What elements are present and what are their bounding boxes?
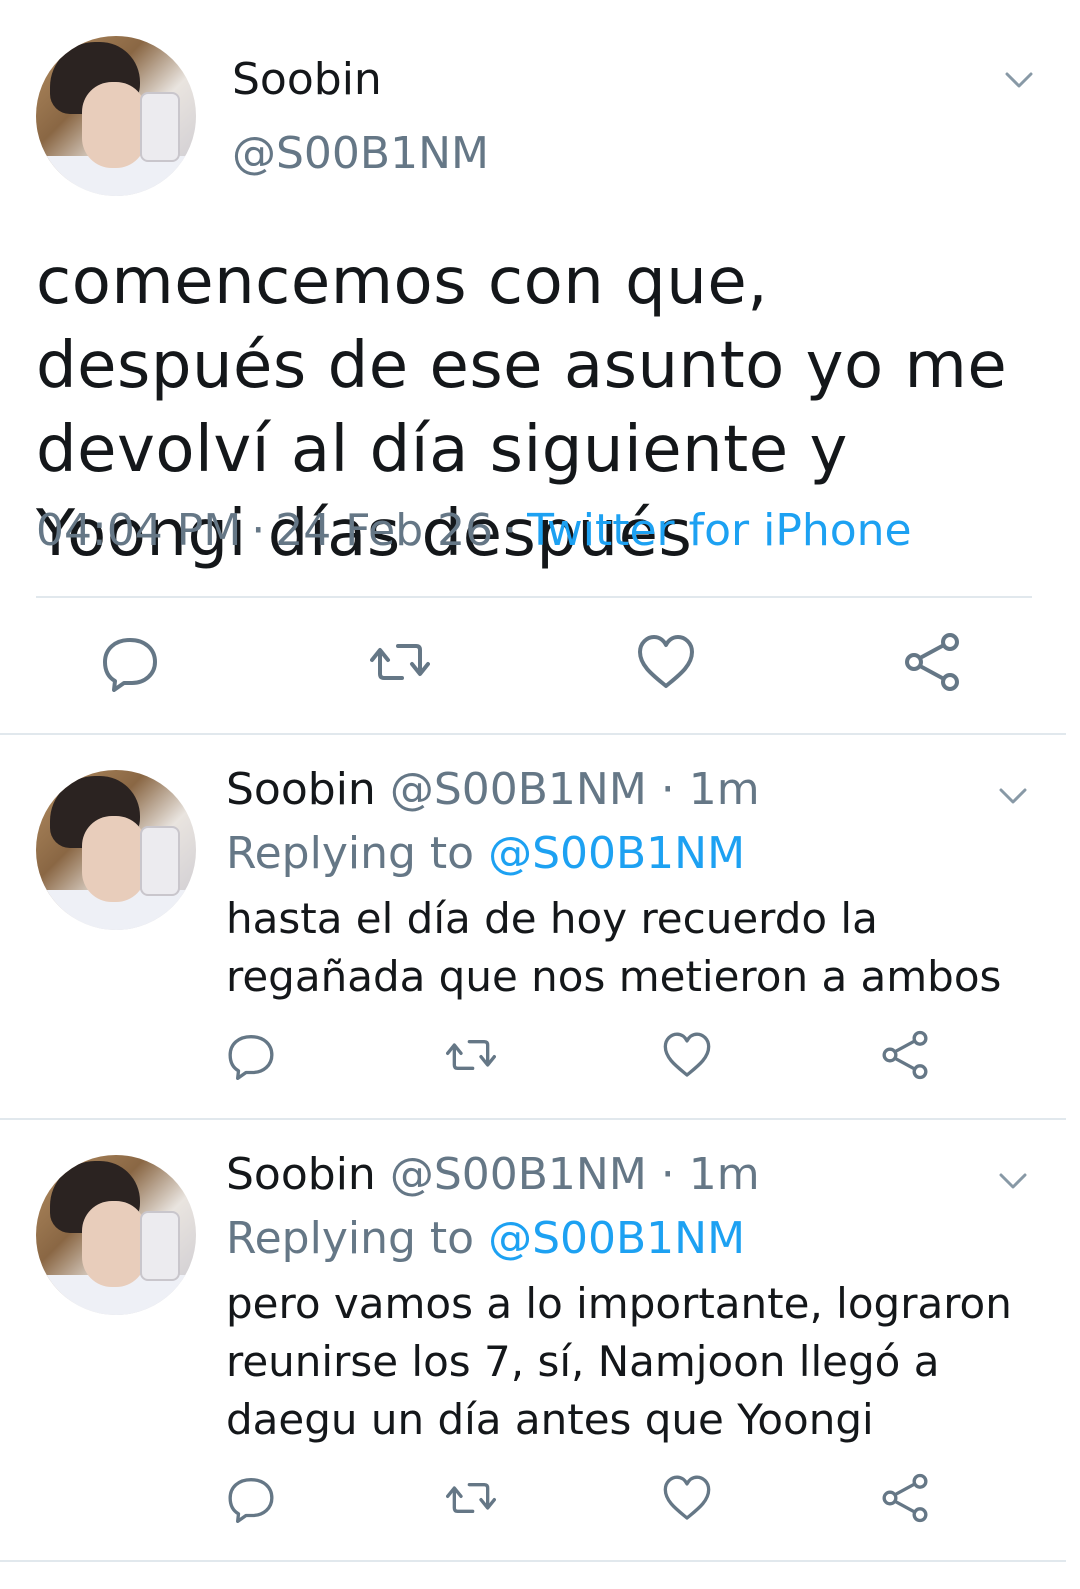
like-button[interactable] (662, 1030, 712, 1080)
tweet-date: 24 Feb 26 (275, 505, 494, 556)
avatar[interactable] (36, 770, 196, 930)
chevron-down-icon[interactable] (998, 786, 1028, 806)
retweet-icon (446, 1040, 496, 1070)
tweet-meta: 04:04 PM · 24 Feb 26 · Twitter for iPhone (36, 505, 912, 556)
separator: · (660, 1149, 675, 1200)
replying-label: Replying to (226, 1213, 475, 1264)
retweet-button[interactable] (446, 1030, 496, 1080)
retweet-button[interactable] (370, 632, 430, 692)
replying-label: Replying to (226, 828, 475, 879)
separator: · (503, 505, 518, 556)
share-button[interactable] (902, 632, 962, 692)
tweet-source-link[interactable]: Twitter for iPhone (527, 505, 911, 556)
retweet-icon (446, 1483, 496, 1513)
reply-tweet: Soobin @S00B1NM · 1m Replying to @S00B1N… (0, 736, 1080, 1118)
share-icon (882, 1030, 928, 1080)
share-icon (882, 1473, 928, 1523)
tweet-time: 1m (688, 764, 760, 815)
retweet-icon (370, 644, 430, 680)
main-tweet: Soobin @S00B1NM comencemos con que, desp… (0, 0, 1080, 744)
chevron-down-icon[interactable] (998, 1171, 1028, 1191)
share-button[interactable] (880, 1473, 930, 1523)
tweet-text: pero vamos a lo importante, lograron reu… (226, 1279, 1012, 1444)
reply-button[interactable] (100, 632, 160, 692)
like-button[interactable] (636, 632, 696, 692)
divider (0, 733, 1066, 735)
tweet-time: 1m (688, 1149, 760, 1200)
like-button[interactable] (662, 1473, 712, 1523)
separator: · (251, 505, 266, 556)
reply-header: Soobin @S00B1NM · 1m (226, 1149, 760, 1200)
tweet-time: 04:04 PM (36, 505, 242, 556)
divider (0, 1560, 1066, 1562)
divider (36, 596, 1032, 598)
retweet-button[interactable] (446, 1473, 496, 1523)
display-name[interactable]: Soobin (226, 764, 376, 815)
heart-icon (638, 635, 694, 688)
divider (0, 1118, 1066, 1120)
user-handle[interactable]: @S00B1NM (390, 1149, 647, 1200)
reply-tweet: Soobin @S00B1NM · 1m Replying to @S00B1N… (0, 1121, 1080, 1561)
replying-to: Replying to @S00B1NM (226, 828, 745, 879)
share-button[interactable] (880, 1030, 930, 1080)
reply-button[interactable] (226, 1030, 276, 1080)
avatar[interactable] (36, 1155, 196, 1315)
replying-to-link[interactable]: @S00B1NM (488, 828, 745, 879)
user-handle[interactable]: @S00B1NM (390, 764, 647, 815)
heart-icon (663, 1032, 711, 1077)
reply-icon (228, 1478, 274, 1523)
replying-to-link[interactable]: @S00B1NM (488, 1213, 745, 1264)
avatar[interactable] (36, 36, 196, 196)
chevron-down-icon[interactable] (1004, 70, 1034, 90)
display-name[interactable]: Soobin (226, 1149, 376, 1200)
reply-header: Soobin @S00B1NM · 1m (226, 764, 760, 815)
heart-icon (663, 1475, 711, 1520)
reply-icon (228, 1035, 274, 1080)
reply-icon (103, 638, 157, 692)
display-name[interactable]: Soobin (232, 54, 382, 105)
share-icon (905, 633, 959, 691)
reply-button[interactable] (226, 1473, 276, 1523)
replying-to: Replying to @S00B1NM (226, 1213, 745, 1264)
separator: · (660, 764, 675, 815)
tweet-text: hasta el día de hoy recuerdo la regañada… (226, 894, 1002, 1001)
user-handle[interactable]: @S00B1NM (232, 128, 489, 179)
